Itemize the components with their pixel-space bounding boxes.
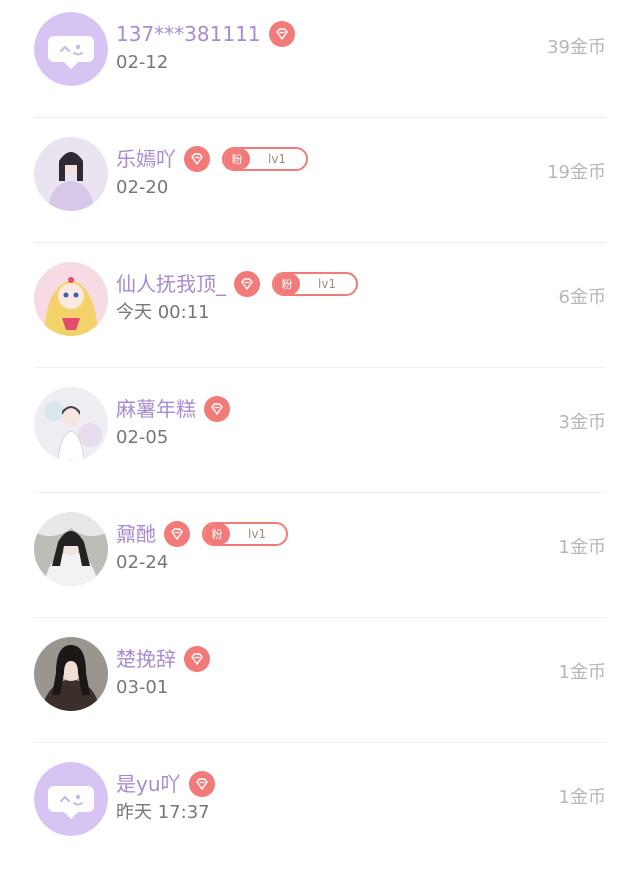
timestamp: 02-12 [116, 52, 169, 73]
coin-amount: 1金币 [558, 537, 606, 558]
divider [34, 492, 606, 493]
fan-label: 粉 [224, 149, 250, 169]
fan-level-badge: 粉 lv1 [272, 272, 359, 296]
diamond-vip-icon [204, 396, 230, 422]
divider [34, 242, 606, 243]
divider [34, 742, 606, 743]
divider [34, 367, 606, 368]
user-photo-avatar[interactable] [34, 137, 108, 211]
timestamp: 今天 00:11 [116, 302, 210, 323]
fan-label: 粉 [274, 274, 300, 294]
user-photo-avatar[interactable] [34, 512, 108, 586]
coin-amount: 3金币 [558, 412, 606, 433]
username[interactable]: 麻薯年糕 [116, 394, 196, 424]
username[interactable]: 137***381111 [116, 19, 261, 49]
diamond-vip-icon [234, 271, 260, 297]
coin-amount: 19金币 [547, 162, 606, 183]
divider [34, 617, 606, 618]
name-line: 鼐酏 粉 lv1 [116, 519, 289, 549]
diamond-vip-icon [188, 771, 215, 797]
list-item[interactable]: 乐嫣吖 粉 lv1 02-20 19金币 [0, 125, 640, 249]
username[interactable]: 是yu吖 [116, 769, 181, 799]
name-line: 乐嫣吖 粉 lv1 [116, 144, 309, 174]
default-chat-avatar[interactable] [34, 12, 108, 86]
name-line: 是yu吖 [116, 769, 215, 799]
fan-level: lv1 [318, 277, 337, 291]
divider [34, 117, 606, 118]
fan-level-badge: 粉 lv1 [202, 522, 289, 546]
list-item[interactable]: 楚挽辞 03-01 1金币 [0, 625, 640, 749]
coin-amount: 6金币 [558, 287, 606, 308]
fan-level-badge: 粉 lv1 [222, 147, 309, 171]
fan-level: lv1 [268, 152, 287, 166]
username[interactable]: 仙人抚我顶_ [116, 269, 226, 299]
list-item[interactable]: 是yu吖 昨天 17:37 1金币 [0, 750, 640, 874]
diamond-vip-icon [184, 146, 210, 172]
coin-amount: 1金币 [558, 787, 606, 808]
user-photo-avatar[interactable] [34, 637, 108, 711]
coin-amount: 39金币 [547, 37, 606, 58]
timestamp: 昨天 17:37 [116, 802, 210, 823]
default-chat-avatar[interactable] [34, 762, 108, 836]
user-photo-avatar[interactable] [34, 262, 108, 336]
diamond-vip-icon [184, 646, 210, 672]
list-item[interactable]: 麻薯年糕 02-05 3金币 [0, 375, 640, 499]
diamond-vip-icon [268, 21, 295, 47]
name-line: 楚挽辞 [116, 644, 210, 674]
username[interactable]: 乐嫣吖 [116, 144, 176, 174]
name-line: 麻薯年糕 [116, 394, 230, 424]
diamond-vip-icon [164, 521, 190, 547]
list-item[interactable]: 鼐酏 粉 lv1 02-24 1金币 [0, 500, 640, 624]
list-item[interactable]: 137***381111 02-12 39金币 [0, 0, 640, 124]
username[interactable]: 鼐酏 [116, 519, 156, 549]
fan-level: lv1 [248, 527, 267, 541]
fan-label: 粉 [204, 524, 230, 544]
name-line: 137***381111 [116, 19, 295, 49]
username[interactable]: 楚挽辞 [116, 644, 176, 674]
timestamp: 02-05 [116, 427, 169, 448]
gift-ranking-list: 137***381111 02-12 39金币 乐嫣吖 粉 lv1 02-20 … [0, 0, 640, 844]
user-photo-avatar[interactable] [34, 387, 108, 461]
timestamp: 02-20 [116, 177, 169, 198]
name-line: 仙人抚我顶_ 粉 lv1 [116, 269, 359, 299]
timestamp: 02-24 [116, 552, 169, 573]
timestamp: 03-01 [116, 677, 169, 698]
list-item[interactable]: 仙人抚我顶_ 粉 lv1 今天 00:11 6金币 [0, 250, 640, 374]
coin-amount: 1金币 [558, 662, 606, 683]
